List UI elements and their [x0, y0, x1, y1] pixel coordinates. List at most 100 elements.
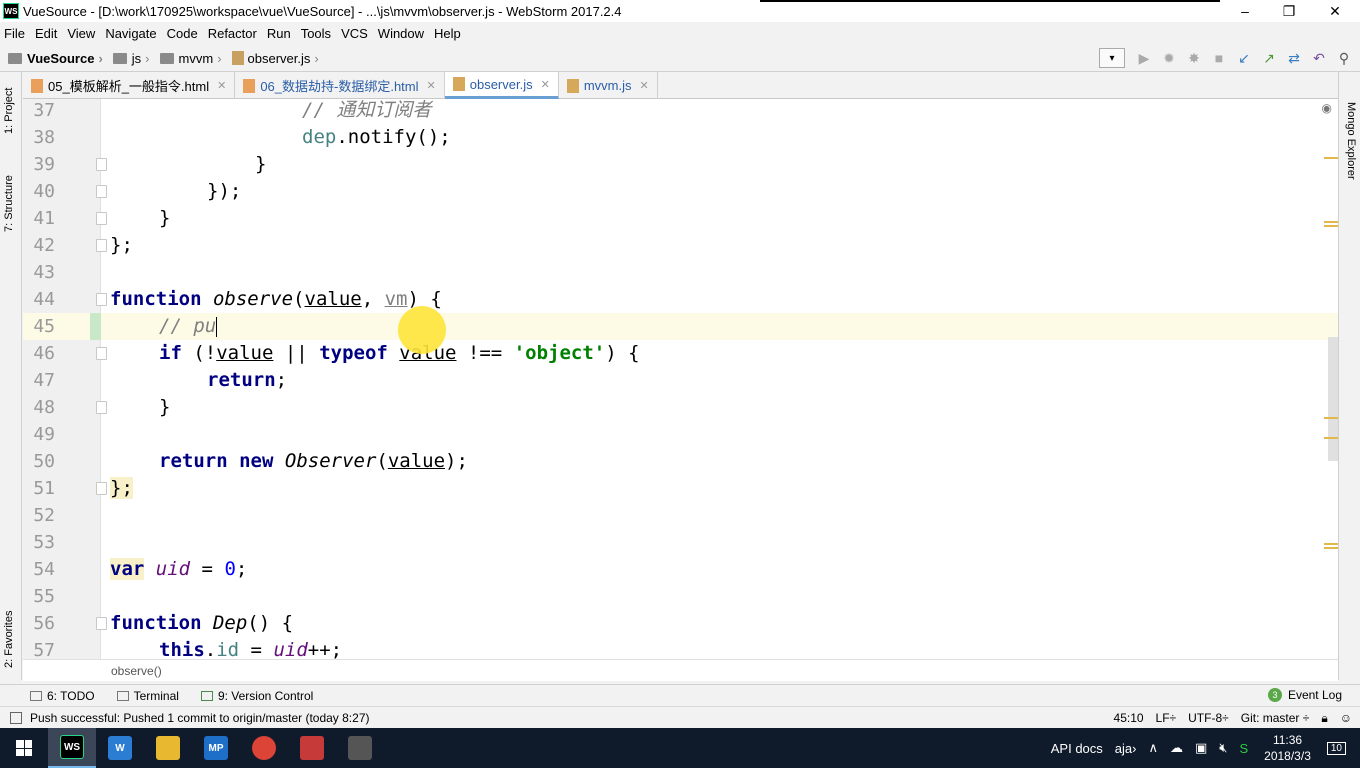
warning-marker[interactable] — [1324, 417, 1338, 419]
start-button[interactable] — [0, 728, 48, 768]
close-icon[interactable]: ✕ — [427, 79, 436, 92]
cloud-icon[interactable]: ☁ — [1170, 740, 1183, 756]
fold-marker-icon[interactable] — [96, 482, 107, 495]
code-line[interactable]: 42 }; — [23, 232, 1338, 259]
file-encoding[interactable]: UTF-8÷ — [1188, 711, 1229, 725]
code-line[interactable]: 43 — [23, 259, 1338, 286]
code-line[interactable]: 41 } — [23, 205, 1338, 232]
favorites-tool-button[interactable]: 2: Favorites — [3, 611, 15, 668]
ime-indicator[interactable]: aja› — [1115, 741, 1137, 756]
tab-template-html[interactable]: 05_模板解析_一般指令.html ✕ — [23, 72, 236, 99]
fold-marker-icon[interactable] — [96, 185, 107, 198]
close-icon[interactable]: ✕ — [217, 79, 226, 92]
code-line[interactable]: 52 — [23, 502, 1338, 529]
warning-marker[interactable] — [1324, 543, 1338, 545]
menu-help[interactable]: Help — [434, 26, 461, 41]
debug-icon[interactable]: ✹ — [1160, 49, 1178, 67]
code-line[interactable]: 57 this.id = uid++; — [23, 637, 1338, 659]
taskbar-word[interactable]: W — [96, 728, 144, 768]
api-docs-tray[interactable]: API docs — [1051, 741, 1103, 756]
volume-mute-icon[interactable]: 🔇︎ — [1219, 740, 1227, 756]
warning-marker[interactable] — [1324, 221, 1338, 223]
code-line[interactable]: 53 — [23, 529, 1338, 556]
warning-marker[interactable] — [1324, 157, 1338, 159]
taskbar-app7[interactable] — [336, 728, 384, 768]
close-icon[interactable]: ✕ — [541, 78, 550, 91]
code-line[interactable]: 38 dep.notify(); — [23, 124, 1338, 151]
crumb-js[interactable]: js › — [112, 51, 156, 66]
lock-icon[interactable]: 🔒︎ — [1321, 711, 1327, 726]
fold-marker-icon[interactable] — [96, 158, 107, 171]
sogou-icon[interactable]: S — [1239, 741, 1248, 756]
stop-icon[interactable]: ■ — [1210, 49, 1228, 67]
terminal-tool-button[interactable]: Terminal — [116, 689, 179, 703]
menu-navigate[interactable]: Navigate — [105, 26, 156, 41]
menu-refactor[interactable]: Refactor — [208, 26, 257, 41]
taskbar-mp[interactable]: MP — [192, 728, 240, 768]
restore-button[interactable]: ❐ — [1266, 0, 1312, 22]
clock[interactable]: 11:36 2018/3/3 — [1264, 732, 1311, 764]
search-icon[interactable]: ⚲ — [1335, 49, 1353, 67]
fold-marker-icon[interactable] — [96, 401, 107, 414]
code-line[interactable]: 44 function observe(value, vm) { — [23, 286, 1338, 313]
menu-run[interactable]: Run — [267, 26, 291, 41]
revert-icon[interactable]: ↶ — [1310, 49, 1328, 67]
code-line[interactable]: 39 } — [23, 151, 1338, 178]
mongo-explorer-button[interactable]: Mongo Explorer — [1345, 102, 1357, 180]
fold-marker-icon[interactable] — [96, 239, 107, 252]
tab-observer-js[interactable]: observer.js ✕ — [444, 72, 559, 99]
menu-window[interactable]: Window — [378, 26, 424, 41]
menu-code[interactable]: Code — [167, 26, 198, 41]
fold-marker-icon[interactable] — [96, 212, 107, 225]
crumb-mvvm[interactable]: mvvm › — [159, 51, 228, 66]
code-line[interactable]: 51 }; — [23, 475, 1338, 502]
fold-marker-icon[interactable] — [96, 347, 107, 360]
code-line[interactable]: 56 function Dep() { — [23, 610, 1338, 637]
code-line[interactable]: 46 if (!value || typeof value !== 'objec… — [23, 340, 1338, 367]
minimize-button[interactable]: – — [1222, 0, 1268, 22]
warning-marker[interactable] — [1324, 225, 1338, 227]
warning-marker[interactable] — [1324, 547, 1338, 549]
network-icon[interactable]: ▣ — [1195, 740, 1207, 756]
vcs-compare-icon[interactable]: ⇄ — [1285, 49, 1303, 67]
coverage-icon[interactable]: ✸ — [1185, 49, 1203, 67]
fold-marker-icon[interactable] — [96, 293, 107, 306]
project-tool-button[interactable]: 1: Project — [3, 88, 15, 134]
tab-mvvm-js[interactable]: mvvm.js ✕ — [559, 72, 658, 99]
code-line[interactable]: 40 }); — [23, 178, 1338, 205]
todo-tool-button[interactable]: 6: TODO — [30, 689, 95, 703]
editor-scrollbar[interactable] — [1328, 337, 1338, 461]
code-line[interactable]: 54 var uid = 0; — [23, 556, 1338, 583]
crumb-file[interactable]: observer.js › — [231, 51, 325, 66]
menu-vcs[interactable]: VCS — [341, 26, 368, 41]
editor-breadcrumb[interactable]: observe() — [23, 659, 1338, 681]
code-editor[interactable]: 37 // 通知订阅者 38 dep.notify(); 39 } 40 });… — [23, 99, 1338, 659]
code-line[interactable]: 50 return new Observer(value); — [23, 448, 1338, 475]
fold-marker-icon[interactable] — [96, 617, 107, 630]
vcs-update-icon[interactable]: ↙ — [1235, 49, 1253, 67]
caret-position[interactable]: 45:10 — [1114, 711, 1144, 725]
status-toggle-icon[interactable] — [10, 711, 22, 724]
run-config-dropdown[interactable]: ▾ — [1099, 48, 1125, 68]
close-icon[interactable]: ✕ — [640, 79, 649, 92]
notification-icon[interactable]: 10 — [1326, 741, 1346, 755]
taskbar-app6[interactable] — [288, 728, 336, 768]
taskbar-chrome[interactable] — [240, 728, 288, 768]
close-button[interactable]: ✕ — [1312, 0, 1358, 22]
event-log-button[interactable]: 3 Event Log — [1267, 688, 1342, 702]
taskbar-explorer[interactable] — [144, 728, 192, 768]
version-control-tool-button[interactable]: 9: Version Control — [200, 689, 313, 703]
crumb-project[interactable]: VueSource › — [8, 51, 109, 66]
eye-icon[interactable]: ◉ — [1322, 101, 1332, 115]
warning-marker[interactable] — [1324, 437, 1338, 439]
structure-tool-button[interactable]: 7: Structure — [3, 175, 15, 232]
taskbar-webstorm[interactable]: WS — [48, 728, 96, 768]
menu-tools[interactable]: Tools — [301, 26, 331, 41]
line-separator[interactable]: LF÷ — [1156, 711, 1177, 725]
menu-file[interactable]: File — [4, 26, 25, 41]
tab-binding-html[interactable]: 06_数据劫持-数据绑定.html ✕ — [235, 72, 445, 99]
code-line[interactable]: 55 — [23, 583, 1338, 610]
code-line[interactable]: 48 } — [23, 394, 1338, 421]
code-line[interactable]: 47 return; — [23, 367, 1338, 394]
menu-edit[interactable]: Edit — [35, 26, 57, 41]
